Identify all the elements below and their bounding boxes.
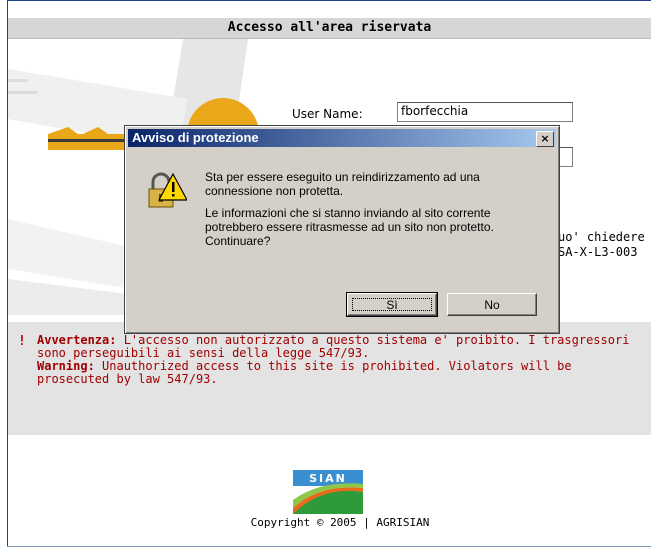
copyright-text: Copyright © 2005 | AGRISIAN bbox=[250, 516, 430, 529]
dialog-title-bar: Avviso di protezione × bbox=[128, 129, 556, 147]
dialog-message-2: Le informazioni che si stanno inviando a… bbox=[205, 206, 494, 248]
warning-panel: ! Avvertenza: L'accesso non autorizzato … bbox=[8, 322, 651, 435]
page-header: Accesso all'area riservata bbox=[8, 18, 651, 39]
info-text-line2: SA-X-L3-003 bbox=[558, 245, 638, 259]
sian-logo-text: SIAN bbox=[309, 472, 347, 485]
warning-en-text: Unauthorized access to this site is proh… bbox=[37, 359, 572, 386]
focus-ring bbox=[352, 298, 432, 311]
info-text-line1: uo' chiedere bbox=[558, 230, 645, 244]
security-dialog: Avviso di protezione × Sta per essere es… bbox=[124, 125, 560, 334]
dialog-message: Sta per essere eseguito un reindirizzame… bbox=[205, 170, 545, 256]
warning-en-label: Warning: bbox=[37, 359, 95, 373]
dialog-message-1: Sta per essere eseguito un reindirizzame… bbox=[205, 170, 480, 198]
yes-button[interactable]: Sì bbox=[346, 292, 438, 317]
lock-warning-icon bbox=[148, 172, 187, 208]
dialog-title: Avviso di protezione bbox=[132, 130, 259, 145]
sian-logo: SIAN bbox=[293, 470, 363, 514]
warning-it-text: L'accesso non autorizzato a questo siste… bbox=[37, 333, 630, 360]
warning-text: Avvertenza: L'accesso non autorizzato a … bbox=[37, 334, 637, 386]
no-button[interactable]: No bbox=[447, 293, 537, 316]
username-field[interactable]: fborfecchia bbox=[397, 102, 573, 122]
warning-it-label: Avvertenza: bbox=[37, 333, 117, 347]
username-label: User Name: bbox=[292, 107, 363, 121]
page-frame-top bbox=[7, 0, 651, 1]
exclamation-icon: ! bbox=[18, 334, 26, 349]
close-button[interactable]: × bbox=[536, 131, 554, 147]
